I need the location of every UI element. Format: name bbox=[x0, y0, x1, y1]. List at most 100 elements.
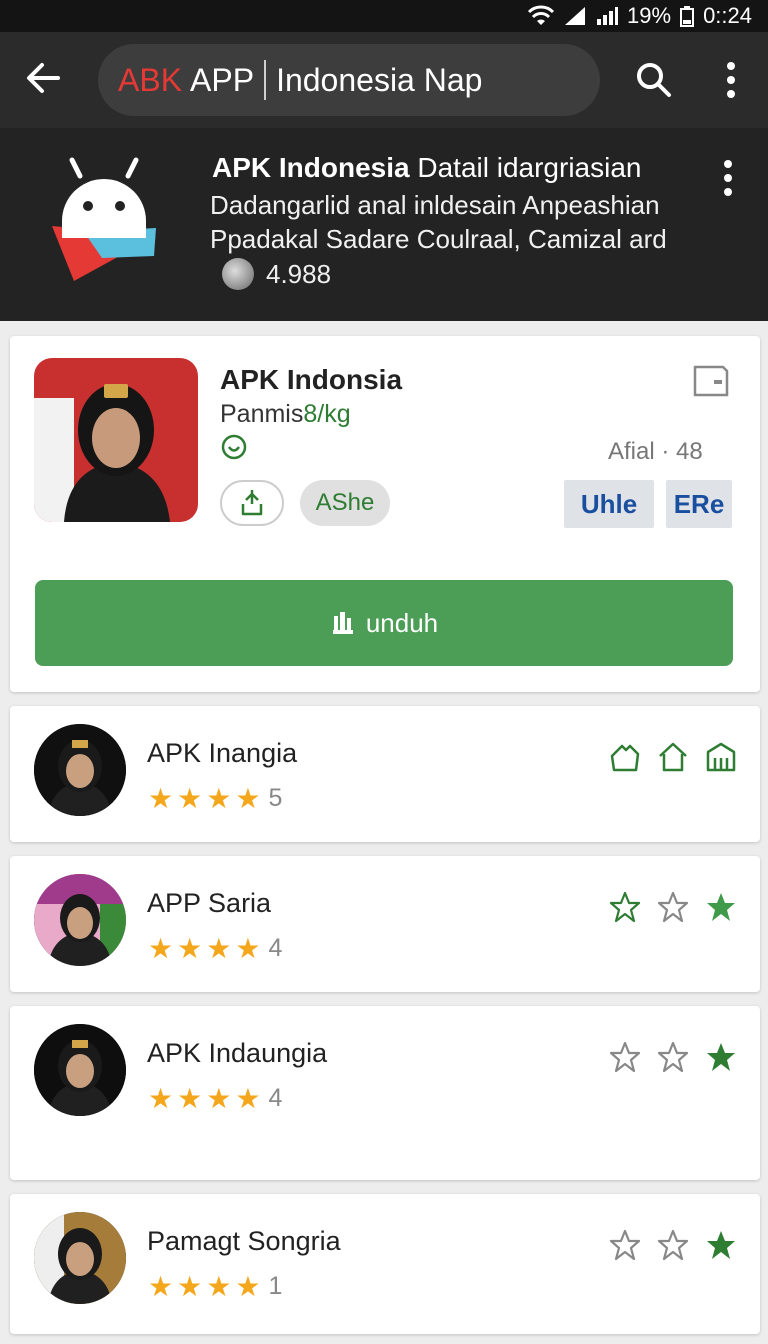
home-alt-icon[interactable] bbox=[608, 740, 642, 774]
install-chip[interactable] bbox=[220, 480, 284, 526]
star-rating: ★ ★ ★ ★ 4 bbox=[148, 1084, 282, 1113]
status-right: 19% 0::24 bbox=[527, 0, 752, 32]
app-name: Pamagt Songria bbox=[147, 1226, 341, 1256]
star-icon: ★ bbox=[177, 932, 203, 964]
featured-app-subtitle: Panmis8/kg bbox=[220, 400, 351, 429]
header-menu-button[interactable] bbox=[716, 158, 740, 198]
featured-meta: Afial · 48 bbox=[608, 438, 703, 465]
building-icon[interactable] bbox=[704, 740, 738, 774]
brand-app: APP bbox=[190, 61, 255, 98]
search-query: Indonesia Nap bbox=[276, 61, 483, 98]
item-actions bbox=[608, 1040, 738, 1074]
header-desc-line-1: Dadangarlid anal inldesain Anpeashian bbox=[210, 190, 660, 220]
featured-subtitle-main: Panmis bbox=[220, 400, 304, 428]
rating-value: 4 bbox=[268, 934, 283, 962]
star-filled-icon[interactable] bbox=[704, 1228, 738, 1262]
share-chip[interactable]: AShe bbox=[300, 480, 390, 526]
more-vert-icon bbox=[727, 62, 735, 98]
rating-value: 4 bbox=[268, 1084, 283, 1112]
app-header: APK Indonesia Datail idargriasian Dadang… bbox=[0, 128, 768, 321]
header-title-bold: APK Indonesia bbox=[212, 152, 410, 183]
star-icon: ★ bbox=[148, 1270, 174, 1302]
app-name: APK Inangia bbox=[147, 738, 298, 768]
app-list-item[interactable]: Pamagt Songria ★ ★ ★ ★ 1 bbox=[10, 1194, 760, 1334]
star-outline-icon[interactable] bbox=[608, 1040, 642, 1074]
rating-badge-icon bbox=[222, 258, 254, 290]
wifi-icon bbox=[527, 5, 555, 25]
star-filled-icon[interactable] bbox=[704, 1040, 738, 1074]
app-list-item[interactable]: APP Saria ★ ★ ★ ★ 4 bbox=[10, 856, 760, 992]
download-label: unduh bbox=[365, 607, 439, 638]
star-icon: ★ bbox=[206, 1270, 232, 1302]
ere-button[interactable]: ERe bbox=[666, 480, 732, 528]
star-outline-icon[interactable] bbox=[656, 1228, 690, 1262]
hand-up-icon bbox=[241, 490, 263, 516]
uhle-button[interactable]: Uhle bbox=[564, 480, 654, 528]
pill-divider bbox=[264, 60, 267, 100]
star-icon: ★ bbox=[206, 782, 232, 814]
android-logo-icon bbox=[52, 157, 156, 281]
star-rating: ★ ★ ★ ★ 4 bbox=[148, 934, 282, 963]
featured-app-thumbnail bbox=[34, 358, 198, 522]
star-outline-icon[interactable] bbox=[608, 890, 642, 924]
header-rating-value: 4.988 bbox=[266, 258, 332, 289]
avatar bbox=[34, 724, 126, 816]
header-desc-line-2: Ppadakal Sadare Coulraal, Camizal ard bbox=[210, 224, 667, 254]
avatar bbox=[34, 1024, 126, 1116]
star-icon: ★ bbox=[206, 1082, 232, 1114]
star-icon: ★ bbox=[177, 782, 203, 814]
verified-icon bbox=[221, 434, 247, 460]
star-filled-icon[interactable] bbox=[704, 890, 738, 924]
star-icon: ★ bbox=[177, 1270, 203, 1302]
app-list-item[interactable]: APK Inangia ★ ★ ★ ★ 5 bbox=[10, 706, 760, 842]
status-bar: 19% 0::24 bbox=[0, 0, 768, 32]
star-icon: ★ bbox=[148, 932, 174, 964]
star-icon: ★ bbox=[235, 1082, 261, 1114]
star-icon: ★ bbox=[206, 932, 232, 964]
avatar bbox=[34, 1212, 126, 1304]
search-icon bbox=[637, 63, 671, 97]
back-button[interactable] bbox=[22, 56, 66, 100]
person-photo-icon bbox=[34, 358, 198, 522]
search-button[interactable] bbox=[632, 58, 676, 102]
battery-percent: 19% bbox=[627, 3, 672, 28]
rating-value: 1 bbox=[268, 1272, 283, 1300]
signal-icon bbox=[565, 7, 586, 25]
star-rating: ★ ★ ★ ★ 5 bbox=[148, 784, 282, 813]
star-icon: ★ bbox=[235, 782, 261, 814]
clock: 0::24 bbox=[703, 3, 752, 28]
star-icon: ★ bbox=[177, 1082, 203, 1114]
header-title: APK Indonesia Datail idargriasian bbox=[212, 152, 641, 184]
app-name: APP Saria bbox=[147, 888, 272, 918]
star-outline-icon[interactable] bbox=[608, 1228, 642, 1262]
star-icon: ★ bbox=[148, 782, 174, 814]
app-name: APK Indaungia bbox=[147, 1038, 328, 1068]
star-icon: ★ bbox=[148, 1082, 174, 1114]
app-list-item[interactable]: APK Indaungia ★ ★ ★ ★ 4 bbox=[10, 1006, 760, 1180]
bookmark-icon[interactable] bbox=[692, 364, 730, 398]
header-rating: 4.988 bbox=[222, 258, 331, 290]
featured-app-card[interactable]: APK Indonsia Panmis8/kg Afial · 48 AShe … bbox=[10, 336, 760, 692]
rating-value: 5 bbox=[268, 784, 283, 812]
header-title-rest: Datail idargriasian bbox=[409, 152, 642, 183]
star-outline-icon[interactable] bbox=[656, 890, 690, 924]
featured-subtitle-green: 8/kg bbox=[303, 400, 351, 428]
item-actions bbox=[608, 1228, 738, 1262]
item-actions bbox=[608, 740, 738, 774]
overflow-menu-button[interactable] bbox=[714, 58, 748, 102]
download-icon bbox=[332, 612, 353, 634]
home-icon[interactable] bbox=[656, 740, 690, 774]
featured-app-title: APK Indonsia bbox=[220, 364, 403, 395]
brand-abk: ABK bbox=[118, 61, 183, 98]
avatar bbox=[34, 874, 126, 966]
signal-2-icon bbox=[597, 7, 619, 25]
star-rating: ★ ★ ★ ★ 1 bbox=[148, 1272, 282, 1301]
star-icon: ★ bbox=[235, 932, 261, 964]
item-actions bbox=[608, 890, 738, 924]
download-button[interactable]: unduh bbox=[35, 580, 733, 666]
star-outline-icon[interactable] bbox=[656, 1040, 690, 1074]
star-icon: ★ bbox=[235, 1270, 261, 1302]
arrow-left-icon bbox=[27, 63, 60, 93]
search-bar[interactable]: ABK APP Indonesia Nap bbox=[98, 44, 600, 116]
more-vert-icon bbox=[724, 160, 732, 196]
